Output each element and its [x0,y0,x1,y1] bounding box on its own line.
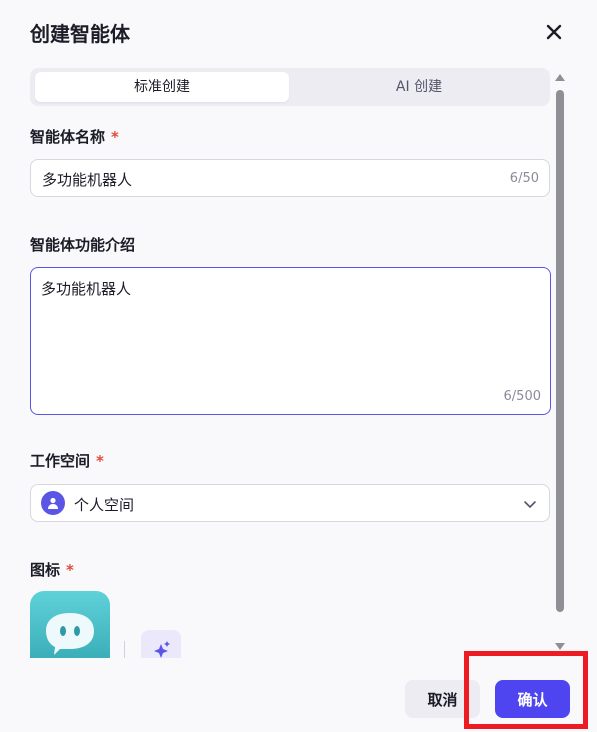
workspace-select[interactable]: 个人空间 [30,484,550,522]
scroll-up-arrow-icon[interactable] [554,72,566,82]
scroll-down-arrow-icon[interactable] [554,642,566,652]
workspace-value: 个人空间 [74,496,135,514]
tab-ai-create[interactable]: AI 创建 [292,72,546,102]
user-icon [41,491,65,515]
cancel-button[interactable]: 取消 [405,680,480,718]
description-label: 智能体功能介绍 [30,236,136,254]
workspace-label-text: 工作空间 [30,452,91,470]
confirm-button[interactable]: 确认 [495,680,570,718]
icon-label-text: 图标 [30,561,61,579]
name-input[interactable]: 多功能机器人 6/50 [30,159,550,197]
chevron-down-icon [524,501,536,508]
required-mark: * [96,452,104,470]
name-label: 智能体名称 * [30,126,119,147]
ai-generate-icon-button[interactable] [141,630,181,658]
icon-label: 图标 * [30,559,74,580]
close-icon[interactable] [544,22,564,42]
scrollbar-thumb[interactable] [556,90,564,612]
name-label-text: 智能体名称 [30,128,106,146]
form-scroll-area[interactable]: 标准创建 AI 创建 智能体名称 * 多功能机器人 6/50 智能体功能介绍 多功… [0,60,560,658]
agent-avatar-icon[interactable] [30,591,110,658]
tab-standard-create[interactable]: 标准创建 [35,72,289,102]
scrollbar[interactable] [553,70,567,654]
name-char-counter: 6/50 [509,171,539,186]
required-mark: * [111,128,119,146]
creation-mode-tabs: 标准创建 AI 创建 [30,68,550,106]
dialog-title: 创建智能体 [30,22,130,46]
required-mark: * [66,561,74,579]
chat-bot-icon [46,613,94,655]
description-textarea[interactable]: 多功能机器人 6/500 [30,267,551,415]
workspace-label: 工作空间 * [30,450,104,471]
sparkle-icon [154,641,170,658]
name-input-value: 多功能机器人 [42,171,133,189]
description-char-counter: 6/500 [503,389,541,404]
divider [124,641,125,658]
description-value: 多功能机器人 [41,280,132,298]
